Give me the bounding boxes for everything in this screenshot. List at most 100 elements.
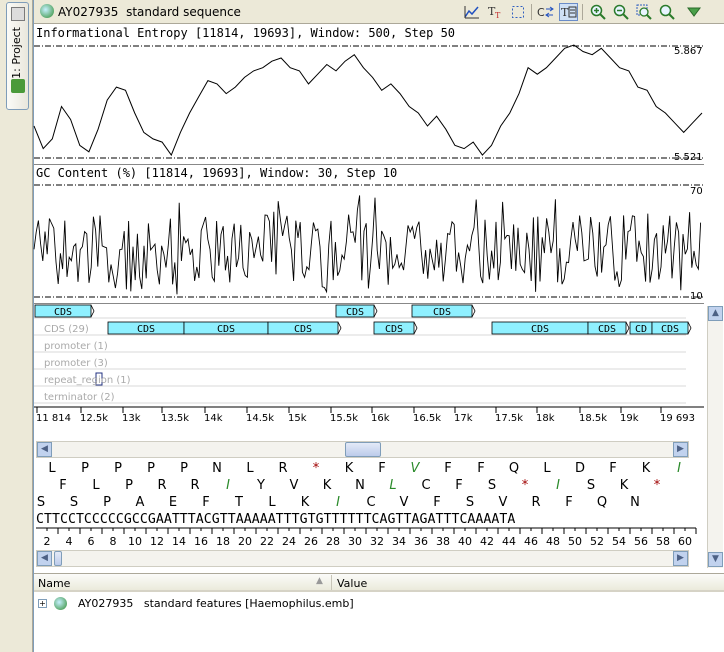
amino-acid: P [103, 495, 111, 510]
cds-feature[interactable]: CDS [335, 304, 378, 318]
translate-icon[interactable]: T [559, 3, 578, 21]
sequence-position-label: 18 [216, 535, 230, 548]
translation-frame-3: SSPAEFTLKICVFSVRFQN [34, 495, 704, 511]
sequence-position-label: 58 [656, 535, 670, 548]
amino-acid: * [653, 478, 661, 493]
overview-scrollbar[interactable]: ◀ ▶ [36, 441, 689, 458]
cds-feature[interactable]: CDS [183, 321, 272, 335]
sequence-position-label: 34 [392, 535, 406, 548]
zoom-in-icon[interactable] [588, 3, 607, 21]
graph-divider [34, 164, 704, 165]
svg-text:C: C [537, 6, 545, 19]
ruler-tick-label: 18.5k [579, 413, 608, 424]
sequence-position-label: 52 [590, 535, 604, 548]
scroll-up-button[interactable]: ▲ [708, 306, 723, 321]
cds-label: CDS [385, 324, 403, 335]
amino-acid: P [180, 461, 188, 476]
sequence-position-label: 54 [612, 535, 626, 548]
ruler-tick-label: 19k [620, 413, 639, 424]
window-icon [11, 7, 25, 21]
sequence-position-label: 28 [326, 535, 340, 548]
cds-feature[interactable]: CDS [267, 321, 342, 335]
nucleotide-sequence[interactable]: CTTCCTCCCCCGCCGAATTTACGTTAAAAATTTGTGTTTT… [36, 512, 515, 527]
amino-acid: K [619, 478, 629, 493]
ruler-tick-label: 16k [371, 413, 390, 424]
zoom-out-icon[interactable] [611, 3, 630, 21]
amino-acid: C [366, 495, 376, 510]
scroll-right-button[interactable]: ▶ [673, 442, 688, 457]
ruler-tick-label: 13.5k [161, 413, 190, 424]
ruler-tick-label: 19 693 [660, 413, 695, 424]
chart-icon[interactable] [462, 3, 481, 21]
cds-feature[interactable]: CDS [651, 321, 692, 335]
entropy-graph[interactable] [33, 40, 704, 164]
entropy-series-line [33, 44, 703, 157]
dropdown-icon[interactable] [684, 3, 703, 21]
amino-acid: F [455, 478, 463, 493]
project-tab[interactable]: 1: Project [6, 2, 29, 110]
sequence-position-label: 24 [282, 535, 296, 548]
ruler-tick-label: 17.5k [495, 413, 524, 424]
amino-acid: A [135, 495, 145, 510]
expand-icon[interactable]: + [38, 599, 47, 608]
sequence-position-label: 2 [43, 535, 51, 548]
svg-text:T: T [561, 6, 569, 19]
scroll-thumb[interactable] [54, 551, 62, 566]
cds-feature[interactable]: CDS [373, 321, 418, 335]
translation-frame-2: F L P R R I Y V K N L C F S * I S K * [34, 478, 704, 494]
sequence-position-label: 12 [150, 535, 164, 548]
amino-acid: P [114, 461, 122, 476]
project-strip: 1: Project [0, 0, 33, 652]
amino-acid: I [677, 461, 681, 476]
sequence-position-label: 44 [502, 535, 516, 548]
ruler-tick-label: 15k [288, 413, 307, 424]
cds-feature[interactable]: CD [629, 321, 656, 335]
column-header-name[interactable]: Name [38, 577, 70, 590]
amino-acid: F [202, 495, 210, 510]
amino-acid: F [433, 495, 441, 510]
select-region-icon[interactable] [508, 3, 527, 21]
gc-graph[interactable] [33, 180, 704, 302]
sequence-id: AY027935 [58, 5, 119, 19]
cds-feature[interactable]: CDS [34, 304, 95, 318]
vertical-scrollbar[interactable]: ▲ ▼ [707, 306, 723, 568]
swap-icon[interactable]: C [536, 3, 555, 21]
scroll-left-button[interactable]: ◀ [37, 442, 52, 457]
amino-acid: F [609, 461, 617, 476]
amino-acid: I [226, 478, 230, 493]
sequence-position-label: 32 [370, 535, 384, 548]
scroll-thumb[interactable] [345, 442, 381, 457]
amino-acid: V [410, 461, 420, 476]
zoom-fit-icon[interactable] [634, 3, 653, 21]
column-header-value[interactable]: Value [337, 577, 367, 590]
sequence-position-label: 60 [678, 535, 692, 548]
feature-row-label: repeat_region (1) [44, 375, 131, 386]
svg-text:T: T [495, 11, 501, 20]
amino-acid: L [268, 495, 276, 510]
scroll-right-button[interactable]: ▶ [673, 551, 688, 566]
scroll-down-button[interactable]: ▼ [708, 552, 723, 567]
feature-track[interactable]: CDS CDS CDS CDS CDS CDS CDS CDS CDS CD CDS [34, 303, 704, 407]
amino-acid: F [59, 478, 67, 493]
ruler-tick-label: 16.5k [413, 413, 442, 424]
scroll-left-button[interactable]: ◀ [37, 551, 52, 566]
cds-feature[interactable]: CDS [491, 321, 592, 335]
amino-acid: S [69, 495, 79, 510]
toolbar-separator [531, 4, 532, 20]
cds-label: CDS [294, 324, 312, 335]
zoom-region-icon[interactable] [657, 3, 676, 21]
cds-feature[interactable]: CDS [587, 321, 630, 335]
sort-arrow-icon: ▲ [316, 576, 323, 586]
sequence-position-label: 36 [414, 535, 428, 548]
amino-acid: L [543, 461, 551, 476]
cds-feature[interactable]: CDS [411, 304, 476, 318]
sequence-position-label: 20 [238, 535, 252, 548]
amino-acid: L [389, 478, 397, 493]
app-window: 1: Project AY027935 standard sequence TT… [0, 0, 724, 652]
sequence-scrollbar[interactable]: ◀ ▶ [36, 550, 689, 567]
text-style-icon[interactable]: TT [485, 3, 504, 21]
amino-acid: K [300, 495, 310, 510]
ruler-tick-label: 14k [204, 413, 223, 424]
column-divider [331, 575, 332, 590]
cds-feature[interactable]: CDS [107, 321, 188, 335]
